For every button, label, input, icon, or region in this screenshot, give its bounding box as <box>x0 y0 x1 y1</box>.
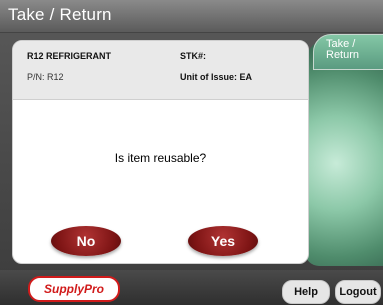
stk-label: STK#: <box>180 51 207 61</box>
help-button[interactable]: Help <box>282 280 330 304</box>
screen: Take / Return Take / Return R12 REFRIGER… <box>0 0 383 305</box>
reuse-question: Is item reusable? <box>114 151 207 165</box>
part-number: P/N: R12 <box>27 72 64 82</box>
page-title: Take / Return <box>8 5 112 24</box>
item-panel: R12 REFRIGERANT STK#: P/N: R12 Unit of I… <box>12 40 309 264</box>
tab-take-return-label: Take / Return <box>326 38 360 61</box>
yes-button[interactable]: Yes <box>188 226 258 256</box>
logout-button[interactable]: Logout <box>335 280 381 304</box>
tab-take-return[interactable]: Take / Return <box>313 34 383 70</box>
unit-of-issue: Unit of Issue: EA <box>180 72 253 82</box>
side-panel-background <box>305 38 383 266</box>
item-info: R12 REFRIGERANT STK#: P/N: R12 Unit of I… <box>13 41 308 100</box>
no-button[interactable]: No <box>51 226 121 256</box>
supplypro-logo: SupplyPro <box>28 276 120 302</box>
item-name: R12 REFRIGERANT <box>27 51 112 61</box>
title-bar: Take / Return <box>0 0 383 33</box>
